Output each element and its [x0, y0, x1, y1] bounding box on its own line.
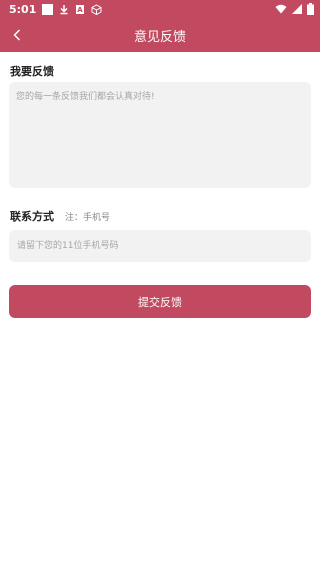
phone-input[interactable]	[9, 230, 311, 262]
wifi-icon	[275, 4, 287, 14]
submit-button[interactable]: 提交反馈	[9, 285, 311, 318]
a-box-icon: A	[76, 4, 85, 14]
page-title: 意见反馈	[133, 29, 186, 45]
chevron-left-icon	[13, 29, 21, 41]
signal-icon	[292, 4, 302, 14]
status-time: 5:01	[9, 2, 37, 16]
feedback-textarea[interactable]	[9, 82, 311, 188]
status-right	[275, 3, 314, 15]
cube-icon	[91, 3, 102, 15]
contact-row: 联系方式 注：手机号	[10, 208, 110, 224]
notification-square-icon	[42, 3, 54, 15]
toolbar: 意见反馈	[0, 18, 320, 52]
status-left: 5:01 A	[9, 3, 102, 16]
battery-icon	[307, 3, 314, 15]
svg-text:A: A	[78, 6, 84, 14]
back-button[interactable]	[6, 23, 28, 47]
download-icon	[60, 4, 68, 14]
feedback-label: 我要反馈	[10, 65, 54, 78]
contact-label: 联系方式	[10, 210, 54, 223]
contact-note: 注：手机号	[65, 212, 111, 223]
status-bar: 5:01 A	[0, 0, 320, 18]
